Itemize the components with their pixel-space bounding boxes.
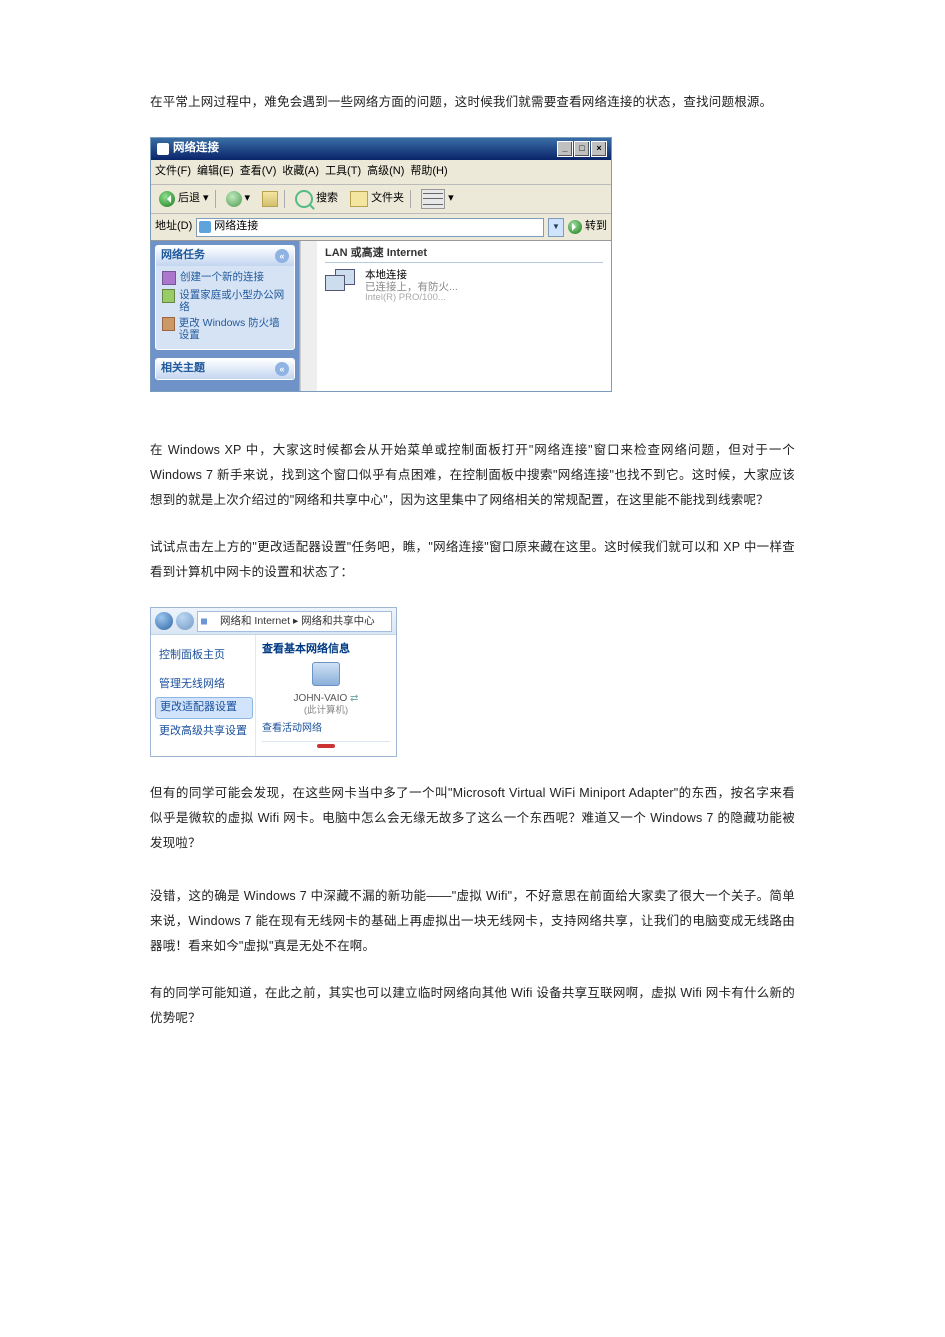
up-button[interactable] — [258, 190, 285, 208]
paragraph-6: 有的同学可能知道，在此之前，其实也可以建立临时网络向其他 Wifi 设备共享互联… — [150, 981, 795, 1031]
related-topics-box: 相关主题 « — [155, 358, 295, 380]
xp-body: 网络任务 « 创建一个新的连接 设置家庭或小型办公网络 — [151, 241, 611, 391]
xp-toolbar: 后退 ▾ ▾ 搜索 文件夹 ▾ — [151, 185, 611, 214]
paragraph-1: 在平常上网过程中，难免会遇到一些网络方面的问题，这时候我们就需要查看网络连接的状… — [150, 90, 795, 115]
document-page: 在平常上网过程中，难免会遇到一些网络方面的问题，这时候我们就需要查看网络连接的状… — [0, 0, 945, 1093]
search-label: 搜索 — [316, 192, 338, 205]
win7-heading: 查看基本网络信息 — [262, 643, 390, 662]
collapse-icon[interactable]: « — [275, 249, 289, 263]
win7-network-sharing-window: 网络和 Internet ▸ 网络和共享中心 控制面板主页 管理无线网络 更改适… — [150, 607, 397, 757]
xp-addressbar: 地址(D) 网络连接 ▼ 转到 — [151, 214, 611, 241]
task-home-network[interactable]: 设置家庭或小型办公网络 — [162, 287, 288, 315]
xp-network-connections-window: 网络连接 _ □ × 文件(F) 编辑(E) 查看(V) 收藏(A) 工具(T)… — [150, 137, 612, 392]
xp-titlebar: 网络连接 _ □ × — [151, 138, 611, 160]
new-connection-icon — [162, 271, 176, 285]
paragraph-5: 没错，这的确是 Windows 7 中深藏不漏的新功能——"虚拟 Wifi"，不… — [150, 884, 795, 959]
sidepane-scrollbar[interactable] — [300, 241, 317, 391]
minimize-button[interactable]: _ — [557, 141, 573, 157]
folders-label: 文件夹 — [371, 192, 404, 205]
connection-group-header: LAN 或高速 Internet — [325, 247, 603, 263]
back-arrow-icon — [159, 191, 175, 207]
address-value: 网络连接 — [214, 220, 258, 233]
menu-advanced[interactable]: 高级(N) — [367, 165, 404, 178]
go-button[interactable]: 转到 — [568, 220, 607, 234]
address-field[interactable]: 网络连接 — [196, 218, 544, 237]
views-button[interactable]: ▾ — [417, 188, 458, 210]
connection-adapter: Intel(R) PRO/100... — [365, 293, 458, 304]
menu-file[interactable]: 文件(F) — [155, 165, 191, 178]
network-places-icon — [199, 221, 211, 233]
home-network-icon — [162, 289, 175, 303]
network-icon — [157, 143, 169, 155]
link-change-adapter-settings[interactable]: 更改适配器设置 — [155, 697, 253, 718]
cropped-indicator — [262, 744, 390, 750]
maximize-button[interactable]: □ — [574, 141, 590, 157]
control-panel-icon — [201, 619, 206, 624]
link-view-active-networks[interactable]: 查看活动网络 — [262, 723, 390, 735]
link-manage-wireless[interactable]: 管理无线网络 — [159, 674, 249, 695]
collapse-icon[interactable]: « — [275, 362, 289, 376]
menu-help[interactable]: 帮助(H) — [410, 165, 447, 178]
close-button[interactable]: × — [591, 141, 607, 157]
search-icon — [295, 190, 313, 208]
back-button[interactable]: 后退 ▾ — [155, 190, 216, 208]
network-tasks-box: 网络任务 « 创建一个新的连接 设置家庭或小型办公网络 — [155, 245, 295, 350]
forward-arrow-icon — [226, 191, 242, 207]
xp-main-area: LAN 或高速 Internet 本地连接 已连接上，有防火... Intel(… — [317, 241, 611, 391]
network-tasks-header: 网络任务 — [161, 249, 205, 263]
xp-tasks-pane: 网络任务 « 创建一个新的连接 设置家庭或小型办公网络 — [151, 241, 300, 391]
breadcrumb-text: 网络和 Internet ▸ 网络和共享中心 — [220, 615, 375, 628]
forward-button[interactable]: ▾ — [222, 190, 255, 208]
views-icon — [421, 189, 445, 209]
link-advanced-sharing[interactable]: 更改高级共享设置 — [159, 721, 249, 742]
computer-name: JOHN-VAIO — [294, 693, 348, 704]
windows-flag-icon — [591, 161, 609, 179]
local-area-connection[interactable]: 本地连接 已连接上，有防火... Intel(R) PRO/100... — [325, 269, 603, 304]
win7-main-area: 查看基本网络信息 JOHN-VAIO ⇄ (此计算机) 查看活动网络 — [256, 635, 396, 756]
win7-navbar: 网络和 Internet ▸ 网络和共享中心 — [151, 608, 396, 635]
menu-tools[interactable]: 工具(T) — [325, 165, 361, 178]
go-arrow-icon — [568, 220, 582, 234]
xp-window-title: 网络连接 — [173, 142, 219, 156]
firewall-icon — [162, 317, 175, 331]
search-button[interactable]: 搜索 — [291, 189, 342, 209]
address-label: 地址(D) — [155, 220, 192, 233]
address-dropdown[interactable]: ▼ — [548, 218, 564, 237]
task-create-connection[interactable]: 创建一个新的连接 — [162, 269, 288, 287]
menu-edit[interactable]: 编辑(E) — [197, 165, 234, 178]
back-label: 后退 — [178, 192, 200, 205]
related-topics-header: 相关主题 — [161, 362, 205, 376]
paragraph-4: 但有的同学可能会发现，在这些网卡当中多了一个叫"Microsoft Virtua… — [150, 781, 795, 856]
folders-button[interactable]: 文件夹 — [346, 190, 411, 208]
menu-view[interactable]: 查看(V) — [240, 165, 277, 178]
paragraph-2: 在 Windows XP 中，大家这时候都会从开始菜单或控制面板打开"网络连接"… — [150, 438, 795, 513]
xp-menubar: 文件(F) 编辑(E) 查看(V) 收藏(A) 工具(T) 高级(N) 帮助(H… — [151, 160, 611, 185]
win7-side-panel: 控制面板主页 管理无线网络 更改适配器设置 更改高级共享设置 — [151, 635, 256, 756]
breadcrumb-bar[interactable]: 网络和 Internet ▸ 网络和共享中心 — [197, 611, 392, 632]
connection-name: 本地连接 — [365, 269, 458, 281]
paragraph-3: 试试点击左上方的"更改适配器设置"任务吧，瞧，"网络连接"窗口原来藏在这里。这时… — [150, 535, 795, 585]
up-folder-icon — [262, 191, 278, 207]
nav-back-button[interactable] — [155, 612, 173, 630]
go-label: 转到 — [585, 220, 607, 233]
task-firewall[interactable]: 更改 Windows 防火墙设置 — [162, 315, 288, 343]
nav-forward-button[interactable] — [176, 612, 194, 630]
folders-icon — [350, 191, 368, 207]
lan-connection-icon — [325, 269, 359, 299]
menu-favorites[interactable]: 收藏(A) — [282, 165, 319, 178]
link-control-panel-home[interactable]: 控制面板主页 — [159, 645, 249, 666]
computer-icon — [312, 662, 340, 686]
computer-sublabel: (此计算机) — [262, 705, 390, 716]
divider — [262, 741, 390, 742]
